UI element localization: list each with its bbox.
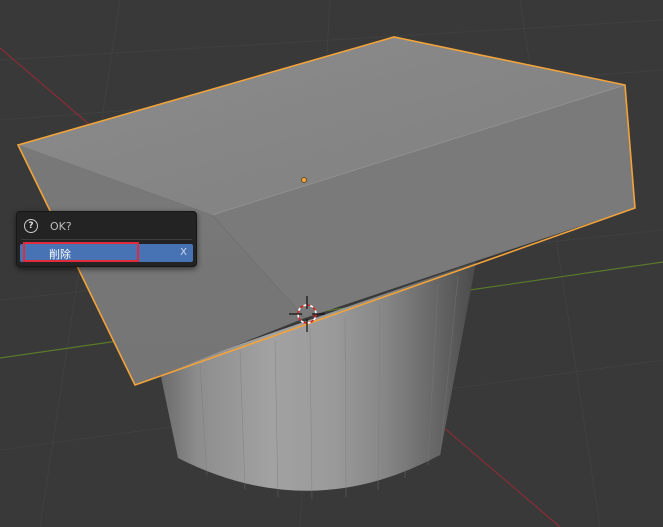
delete-shortcut-label: X [180,247,187,258]
3d-viewport[interactable]: ? OK? 削除 X [0,0,663,527]
object-origin-dot [301,177,307,183]
delete-menu-item[interactable]: 削除 X [20,242,193,262]
delete-confirm-popup: ? OK? 削除 X [16,211,197,267]
popup-title: OK? [50,220,72,233]
popup-divider [21,239,192,240]
popup-header: ? OK? [17,212,196,241]
question-icon: ? [24,219,38,233]
delete-menu-label: 削除 [49,248,71,261]
highlight-annotation [23,242,139,262]
